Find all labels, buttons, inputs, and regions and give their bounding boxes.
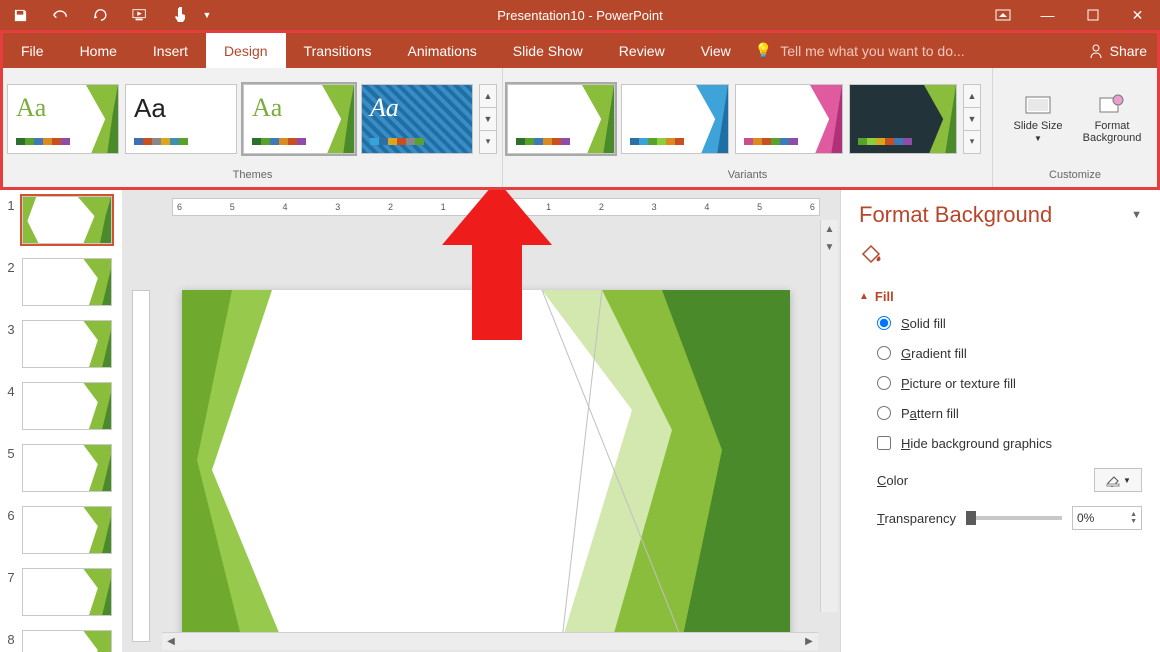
vertical-ruler [132,290,150,642]
tab-transitions[interactable]: Transitions [286,33,390,68]
ribbon-options-icon[interactable] [980,0,1025,30]
slide-thumbnail-5[interactable]: 5 [0,444,122,502]
format-background-button[interactable]: Format Background [1082,94,1142,144]
scroll-down-icon[interactable]: ▼ [821,238,838,256]
color-picker-button[interactable]: ▼ [1094,468,1142,492]
solid-fill-label: Solid fill [901,316,946,331]
scroll-left-icon[interactable]: ◀ [162,633,180,650]
vertical-scrollbar[interactable]: ▲▼ [820,220,838,612]
tab-file[interactable]: File [3,33,62,68]
title-bar: ▼ Presentation10 - PowerPoint — ✕ [0,0,1160,30]
scroll-down-icon[interactable]: ▼ [964,108,980,131]
gradient-fill-radio[interactable] [877,346,891,360]
scroll-up-icon[interactable]: ▲ [964,85,980,108]
themes-group-label: Themes [3,169,502,187]
hide-bg-graphics-label: Hide background graphics [901,436,1052,451]
slide-thumbnail-2[interactable]: 2 [0,258,122,316]
fill-bucket-icon[interactable] [859,240,885,266]
scroll-up-icon[interactable]: ▲ [480,85,496,108]
horizontal-scrollbar[interactable]: ◀▶ [162,632,818,650]
variants-gallery-scroll[interactable]: ▲▼▾ [963,84,981,154]
tab-insert[interactable]: Insert [135,33,206,68]
scroll-right-icon[interactable]: ▶ [800,633,818,650]
picture-fill-radio[interactable] [877,376,891,390]
tab-design[interactable]: Design [206,33,286,68]
slide-thumbnail-1[interactable]: 1 [0,196,122,254]
slide-thumbnail-7[interactable]: 7 [0,568,122,626]
color-label: Color [877,473,908,488]
redo-icon[interactable] [80,0,120,30]
slide-canvas[interactable] [182,290,790,640]
variant-option-3[interactable] [735,84,843,154]
slide-thumbnail-panel: 1 2 3 4 5 6 7 8 [0,190,122,652]
variant-option-4[interactable] [849,84,957,154]
pattern-fill-radio[interactable] [877,406,891,420]
variants-group: ▲▼▾ Variants [503,68,993,187]
solid-fill-radio[interactable] [877,316,891,330]
pane-dropdown-icon[interactable]: ▼ [1131,209,1142,221]
share-button[interactable]: Share [1078,33,1157,68]
annotation-arrow-icon [442,190,552,340]
variant-option-1[interactable] [507,84,615,154]
customize-group: Slide Size▼ Format Background Customize [993,68,1157,187]
scroll-down-icon[interactable]: ▼ [480,108,496,131]
scroll-up-icon[interactable]: ▲ [821,220,838,238]
slide-thumbnail-8[interactable]: 8 [0,630,122,652]
picture-fill-label: Picture or texture fill [901,376,1016,391]
variant-option-2[interactable] [621,84,729,154]
theme-option-3-selected[interactable]: Aa [243,84,355,154]
tell-me-search[interactable]: 💡 Tell me what you want to do... [755,33,965,68]
save-icon[interactable] [0,0,40,30]
tell-me-placeholder: Tell me what you want to do... [780,43,964,59]
pane-title: Format Background [859,202,1052,228]
scroll-more-icon[interactable]: ▾ [964,131,980,153]
customize-group-label: Customize [993,169,1157,187]
theme-option-4[interactable]: Aa [361,84,473,154]
slide-size-button[interactable]: Slide Size▼ [1008,94,1068,143]
tab-home[interactable]: Home [62,33,135,68]
gradient-fill-label: Gradient fill [901,346,967,361]
pattern-fill-label: Pattern fill [901,406,959,421]
maximize-icon[interactable] [1070,0,1115,30]
qat-dropdown-icon[interactable]: ▼ [200,0,214,30]
ribbon-tabs: File Home Insert Design Transitions Anim… [0,30,1160,68]
transparency-spinner[interactable]: 0%▲▼ [1072,506,1142,530]
slide-thumbnail-3[interactable]: 3 [0,320,122,378]
theme-option-2[interactable]: Aa [125,84,237,154]
slide-thumbnail-6[interactable]: 6 [0,506,122,564]
theme-option-1[interactable]: Aa [7,84,119,154]
themes-gallery-scroll[interactable]: ▲▼▾ [479,84,497,154]
close-icon[interactable]: ✕ [1115,0,1160,30]
tab-animations[interactable]: Animations [389,33,494,68]
ribbon: Aa Aa Aa Aa ▲▼▾ Themes [0,68,1160,190]
themes-group: Aa Aa Aa Aa ▲▼▾ Themes [3,68,503,187]
tab-review[interactable]: Review [601,33,683,68]
minimize-icon[interactable]: — [1025,0,1070,30]
slide-editor: 6543210123456 ▲▼ ◀▶ [122,190,840,652]
transparency-slider[interactable] [966,516,1062,520]
window-title: Presentation10 - PowerPoint [497,8,662,23]
quick-access-toolbar: ▼ [0,0,214,30]
transparency-label: Transparency [877,511,956,526]
variants-group-label: Variants [503,169,992,187]
slide-thumbnail-4[interactable]: 4 [0,382,122,440]
scroll-more-icon[interactable]: ▾ [480,131,496,153]
format-background-pane: Format Background ▼ ▲Fill Solid fill Gra… [840,190,1160,652]
hide-bg-graphics-checkbox[interactable] [877,436,891,450]
undo-icon[interactable] [40,0,80,30]
start-from-beginning-icon[interactable] [120,0,160,30]
touch-mode-icon[interactable] [160,0,200,30]
tab-slide-show[interactable]: Slide Show [495,33,601,68]
tab-view[interactable]: View [683,33,749,68]
workspace: 1 2 3 4 5 6 7 8 6543210123456 [0,190,1160,652]
lightbulb-icon: 💡 [755,42,772,59]
fill-section-header[interactable]: ▲Fill [859,289,1142,304]
